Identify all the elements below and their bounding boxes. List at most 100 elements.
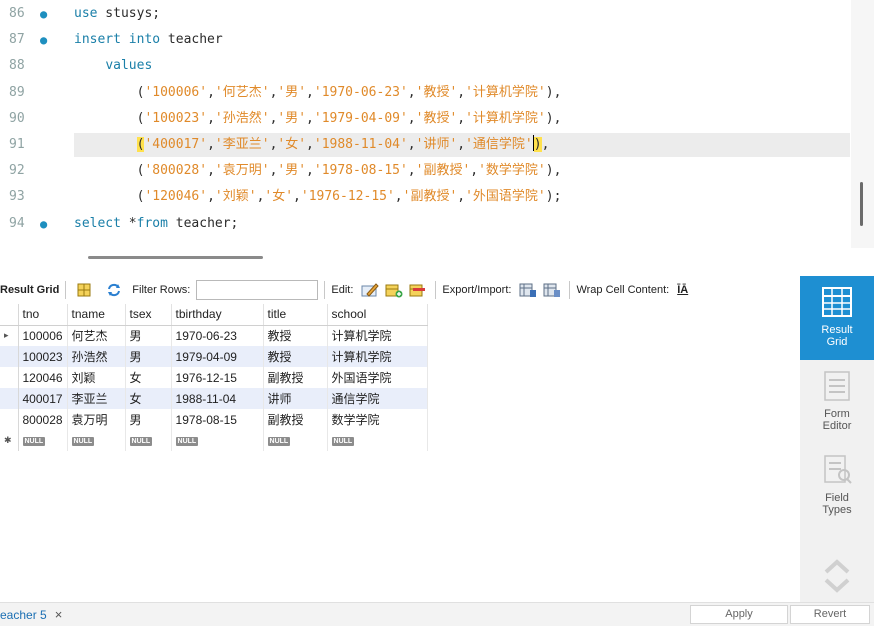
sql-string: '计算机学院': [465, 84, 546, 100]
sql-string: '教授': [415, 110, 458, 126]
sql-text: ,: [306, 84, 314, 100]
column-header-tname[interactable]: tname: [67, 304, 126, 326]
cell-title[interactable]: 讲师: [263, 388, 328, 409]
cell-title[interactable]: 教授: [263, 325, 328, 346]
result-grid[interactable]: tno tname tsex tbirthday title school ▸ 100006…: [0, 304, 800, 600]
cell-tname[interactable]: 李亚兰: [67, 388, 126, 409]
row-marker[interactable]: [0, 409, 19, 430]
statement-marker-icon: ●: [40, 216, 48, 231]
cell-title[interactable]: 教授: [263, 346, 328, 367]
cell-tsex[interactable]: 女: [125, 367, 172, 388]
import-icon[interactable]: [543, 282, 561, 298]
sql-text: stusys;: [97, 6, 161, 21]
cell-school[interactable]: 外国语学院: [327, 367, 428, 388]
form-editor-panel-button[interactable]: Form Editor: [800, 360, 874, 444]
new-row-marker[interactable]: ✱: [0, 430, 19, 451]
sql-text: ),: [545, 163, 562, 179]
cell-tsex[interactable]: 男: [125, 325, 172, 346]
cell-school[interactable]: 计算机学院: [327, 325, 428, 346]
form-editor-icon: [824, 371, 850, 401]
cell-tname[interactable]: 孙浩然: [67, 346, 126, 367]
close-icon[interactable]: ×: [55, 607, 63, 622]
code-line[interactable]: 86 ● use stusys;: [0, 2, 850, 26]
cell-tname[interactable]: 袁万明: [67, 409, 126, 430]
line-number: 92: [9, 163, 25, 179]
line-number: 88: [9, 58, 25, 74]
code-line[interactable]: 92 ('800028','袁万明','男','1978-08-15','副教授…: [0, 159, 850, 183]
null-cell-tname[interactable]: NULL: [67, 430, 126, 451]
null-cell-tno[interactable]: NULL: [18, 430, 68, 451]
table-row[interactable]: 400017 李亚兰女 1988-11-04 讲师 通信学院: [0, 388, 428, 409]
null-cell-school[interactable]: NULL: [327, 430, 428, 451]
result-grid-icon: [822, 287, 852, 317]
side-panel-scroll-arrows[interactable]: [800, 552, 874, 602]
row-marker[interactable]: [0, 367, 19, 388]
null-cell-title[interactable]: NULL: [263, 430, 328, 451]
cell-tname[interactable]: 何艺杰: [67, 325, 126, 346]
refresh-icon[interactable]: [106, 282, 122, 298]
cell-tno[interactable]: 100006: [18, 325, 68, 346]
editor-horizontal-scrollbar[interactable]: [88, 256, 263, 259]
table-row[interactable]: 120046 刘颖女 1976-12-15 副教授 外国语学院: [0, 367, 428, 388]
edit-cell-icon[interactable]: [361, 282, 380, 298]
cell-tno[interactable]: 100023: [18, 346, 68, 367]
sql-string: '1976-12-15': [300, 189, 395, 205]
cell-tsex[interactable]: 女: [125, 388, 172, 409]
new-row[interactable]: ✱ NULL NULL NULL NULL NULL NULL: [0, 430, 428, 451]
wrap-cell-content-toggle[interactable]: ĪĀ: [677, 284, 688, 296]
export-icon[interactable]: [519, 282, 537, 298]
editor-vertical-scrollbar[interactable]: [860, 182, 863, 226]
cell-tno[interactable]: 120046: [18, 367, 68, 388]
cell-title[interactable]: 副教授: [263, 367, 328, 388]
field-types-panel-button[interactable]: Field Types: [800, 444, 874, 528]
wrap-cell-content-label: Wrap Cell Content:: [576, 284, 670, 296]
code-line[interactable]: 93 ('120046','刘颖','女','1976-12-15','副教授'…: [0, 185, 850, 209]
statement-marker-icon: ●: [40, 7, 48, 21]
column-header-tbirthday[interactable]: tbirthday: [171, 304, 264, 326]
cell-tsex[interactable]: 男: [125, 409, 172, 430]
delete-row-icon[interactable]: [409, 282, 426, 298]
grid-layout-icon[interactable]: [76, 282, 92, 298]
cell-tsex[interactable]: 男: [125, 346, 172, 367]
revert-button[interactable]: Revert: [790, 605, 870, 624]
cell-tbirthday[interactable]: 1976-12-15: [171, 367, 264, 388]
row-marker[interactable]: [0, 388, 19, 409]
cell-tbirthday[interactable]: 1988-11-04: [171, 388, 264, 409]
code-line[interactable]: 94 ● select *from teacher;: [0, 212, 850, 236]
cell-tbirthday[interactable]: 1978-08-15: [171, 409, 264, 430]
column-header-school[interactable]: school: [327, 304, 428, 326]
code-line[interactable]: 88 values: [0, 54, 850, 78]
cell-school[interactable]: 数学学院: [327, 409, 428, 430]
cell-school[interactable]: 通信学院: [327, 388, 428, 409]
table-row[interactable]: 800028 袁万明男 1978-08-15 副教授 数学学院: [0, 409, 428, 430]
cell-tno[interactable]: 800028: [18, 409, 68, 430]
result-tab[interactable]: eacher 5 ×: [0, 603, 62, 626]
column-header-tno[interactable]: tno: [18, 304, 68, 326]
null-badge: NULL: [331, 436, 355, 446]
code-line[interactable]: 90 ('100023','孙浩然','男','1979-04-09','教授'…: [0, 107, 850, 131]
row-marker-header: [0, 304, 19, 326]
result-grid-panel-button[interactable]: Result Grid: [800, 276, 874, 360]
cell-tno[interactable]: 400017: [18, 388, 68, 409]
table-row[interactable]: ▸ 100006 何艺杰男 1970-06-23 教授 计算机学院: [0, 325, 428, 346]
column-header-title[interactable]: title: [263, 304, 328, 326]
code-line[interactable]: 87 ● insert into teacher: [0, 28, 850, 52]
cell-tname[interactable]: 刘颖: [67, 367, 126, 388]
null-cell-tsex[interactable]: NULL: [125, 430, 172, 451]
row-marker[interactable]: [0, 346, 19, 367]
cell-tbirthday[interactable]: 1970-06-23: [171, 325, 264, 346]
apply-button[interactable]: Apply: [690, 605, 788, 624]
table-row[interactable]: 100023 孙浩然男 1979-04-09 教授 计算机学院: [0, 346, 428, 367]
cell-title[interactable]: 副教授: [263, 409, 328, 430]
add-row-icon[interactable]: [385, 282, 403, 298]
code-line[interactable]: 91 ('400017','李亚兰','女','1988-11-04','讲师'…: [0, 133, 850, 157]
column-header-tsex[interactable]: tsex: [125, 304, 172, 326]
filter-rows-input[interactable]: [196, 280, 319, 300]
sql-editor[interactable]: 86 ● use stusys; 87 ● insert into teacher 88 v…: [0, 0, 874, 248]
result-table: tno tname tsex tbirthday title school ▸ 100006…: [0, 304, 428, 451]
cell-school[interactable]: 计算机学院: [327, 346, 428, 367]
cell-tbirthday[interactable]: 1979-04-09: [171, 346, 264, 367]
null-cell-tbirthday[interactable]: NULL: [171, 430, 264, 451]
row-marker[interactable]: ▸: [0, 325, 19, 346]
code-line[interactable]: 89 ('100006','何艺杰','男','1970-06-23','教授'…: [0, 81, 850, 105]
